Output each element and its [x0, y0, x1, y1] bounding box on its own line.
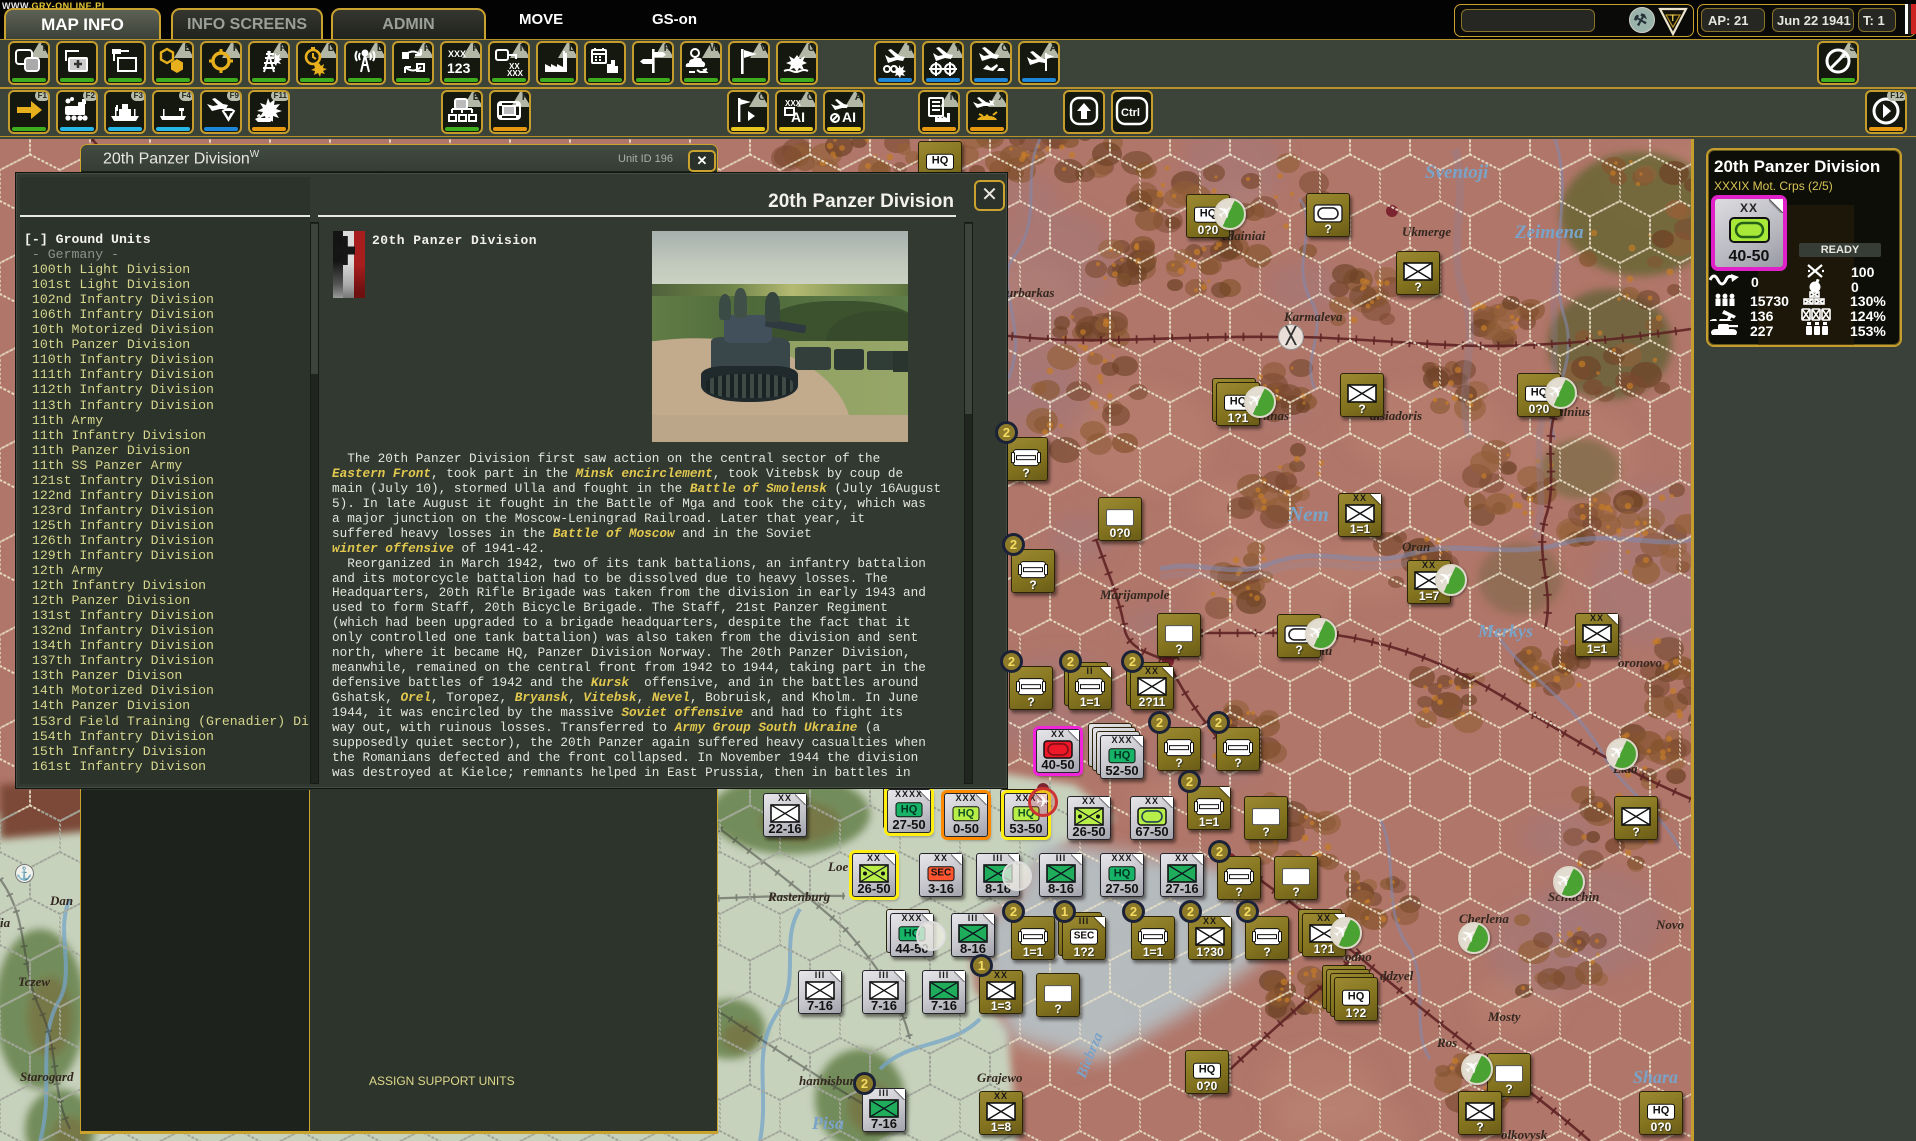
svg-text:AI: AI [842, 109, 856, 125]
svg-text:XXX: XXX [785, 99, 802, 108]
svg-text:XXX: XXX [448, 49, 466, 59]
svg-text:Ctrl: Ctrl [1121, 107, 1140, 119]
svg-text:XXX: XXX [507, 69, 524, 78]
svg-text:T: T [1670, 13, 1676, 23]
svg-text:123: 123 [447, 60, 471, 76]
